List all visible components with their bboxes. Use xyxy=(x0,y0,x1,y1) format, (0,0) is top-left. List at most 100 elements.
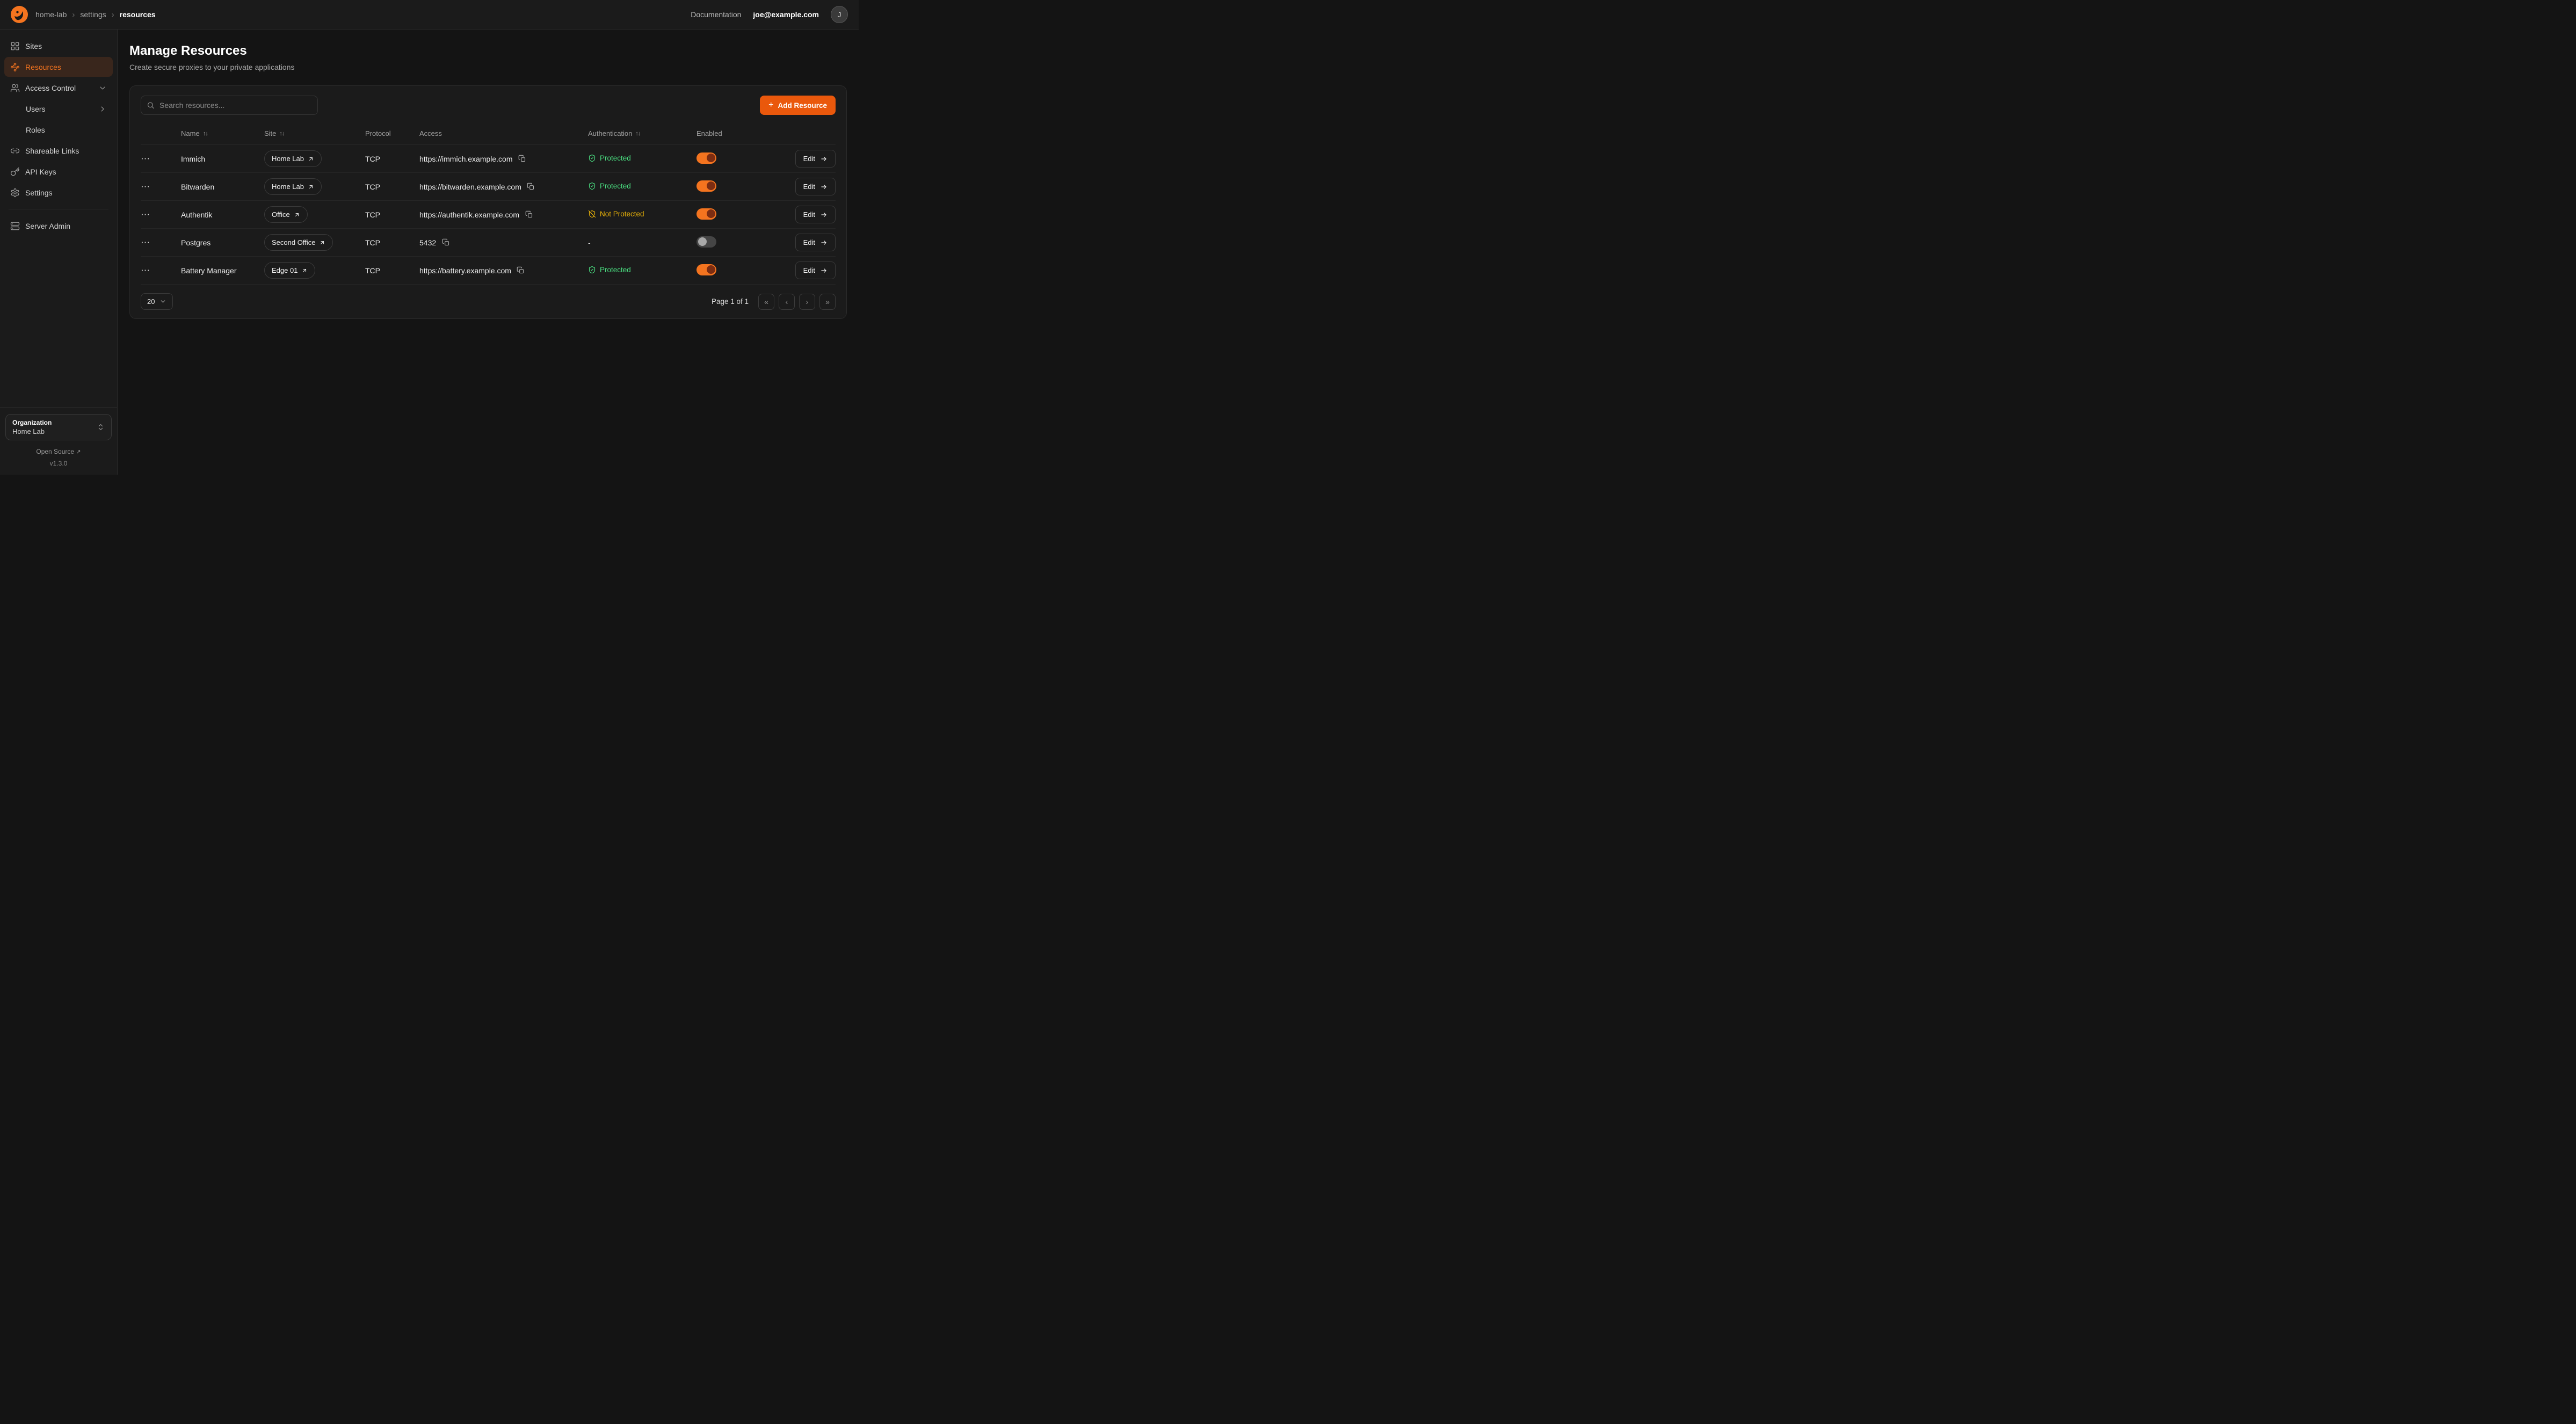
column-header-access: Access xyxy=(419,129,588,137)
row-menu-button[interactable]: ⋯ xyxy=(141,236,156,249)
page-size-select[interactable]: 20 xyxy=(141,293,173,310)
site-link-button[interactable]: Second Office xyxy=(264,234,333,251)
column-header-enabled: Enabled xyxy=(696,129,769,137)
toggle-knob xyxy=(707,154,715,162)
sidebar-item-access-control[interactable]: Access Control xyxy=(4,78,113,98)
sidebar-item-resources[interactable]: Resources xyxy=(4,57,113,77)
enabled-toggle[interactable] xyxy=(696,208,716,220)
documentation-link[interactable]: Documentation xyxy=(691,10,741,19)
avatar[interactable]: J xyxy=(831,6,848,23)
external-link-icon xyxy=(319,239,325,246)
edit-button[interactable]: Edit xyxy=(795,178,836,195)
auth-badge: Protected xyxy=(588,266,631,274)
site-link-button[interactable]: Home Lab xyxy=(264,150,322,167)
resources-toolbar: + Add Resource xyxy=(141,96,836,115)
site-link-button[interactable]: Home Lab xyxy=(264,178,322,195)
column-header-authentication[interactable]: Authentication ↑↓ xyxy=(588,129,696,137)
sidebar-item-sites[interactable]: Sites xyxy=(4,36,113,56)
last-page-button[interactable]: » xyxy=(819,294,836,310)
add-resource-button[interactable]: + Add Resource xyxy=(760,96,836,115)
sidebar-item-label: Settings xyxy=(25,188,53,197)
auth-badge: Not Protected xyxy=(588,210,644,218)
previous-page-button[interactable]: ‹ xyxy=(779,294,795,310)
chevron-right-icon: › xyxy=(806,297,809,306)
table-row: ⋯ Postgres Second Office TCP 5432 - Edit xyxy=(141,229,836,257)
search-input[interactable] xyxy=(141,96,318,115)
sidebar-item-roles[interactable]: Roles xyxy=(4,120,113,140)
breadcrumb-resources[interactable]: resources xyxy=(120,10,156,19)
sidebar-item-server-admin[interactable]: Server Admin xyxy=(4,216,113,236)
organization-selector[interactable]: Organization Home Lab xyxy=(5,414,112,440)
row-menu-button[interactable]: ⋯ xyxy=(141,180,156,193)
user-email[interactable]: joe@example.com xyxy=(753,10,819,19)
protocol: TCP xyxy=(365,210,419,219)
sidebar-item-label: Sites xyxy=(25,42,42,50)
ellipsis-icon: ⋯ xyxy=(141,265,150,275)
row-menu-button[interactable]: ⋯ xyxy=(141,208,156,221)
column-header-site[interactable]: Site ↑↓ xyxy=(264,129,365,137)
enabled-toggle[interactable] xyxy=(696,152,716,164)
table-row: ⋯ Battery Manager Edge 01 TCP https://ba… xyxy=(141,257,836,285)
sidebar-item-api-keys[interactable]: API Keys xyxy=(4,162,113,181)
ellipsis-icon: ⋯ xyxy=(141,209,150,220)
sidebar-item-settings[interactable]: Settings xyxy=(4,183,113,202)
edit-label: Edit xyxy=(803,266,815,274)
next-page-button[interactable]: › xyxy=(799,294,815,310)
copy-icon[interactable] xyxy=(518,155,527,163)
shield-check-icon xyxy=(588,154,596,162)
edit-button[interactable]: Edit xyxy=(795,150,836,168)
arrow-right-icon xyxy=(820,183,828,191)
site-link-button[interactable]: Edge 01 xyxy=(264,262,315,279)
first-page-button[interactable]: « xyxy=(758,294,774,310)
page-subtitle: Create secure proxies to your private ap… xyxy=(129,63,847,71)
header-label: Name xyxy=(181,129,200,137)
access-port: 5432 xyxy=(419,238,436,247)
copy-icon[interactable] xyxy=(441,238,450,247)
edit-button[interactable]: Edit xyxy=(795,206,836,223)
enabled-toggle[interactable] xyxy=(696,264,716,275)
ellipsis-icon: ⋯ xyxy=(141,237,150,248)
sidebar-item-label: Server Admin xyxy=(25,222,70,230)
access-url: https://immich.example.com xyxy=(419,155,513,163)
breadcrumb-settings[interactable]: settings xyxy=(80,10,106,19)
header-label: Site xyxy=(264,129,276,137)
sidebar-item-label: API Keys xyxy=(25,168,56,176)
access-url: https://authentik.example.com xyxy=(419,210,519,219)
edit-button[interactable]: Edit xyxy=(795,234,836,251)
sidebar-item-users[interactable]: Users xyxy=(4,99,113,119)
arrow-right-icon xyxy=(820,239,828,246)
external-link-icon xyxy=(308,184,314,190)
column-header-name[interactable]: Name ↑↓ xyxy=(181,129,264,137)
sidebar-item-label: Shareable Links xyxy=(25,147,79,155)
chevrons-up-down-icon xyxy=(97,423,105,431)
copy-icon[interactable] xyxy=(517,266,525,275)
chevrons-right-icon: » xyxy=(825,297,830,306)
enabled-toggle[interactable] xyxy=(696,180,716,192)
chevron-right-icon xyxy=(98,105,107,113)
toggle-knob xyxy=(698,237,707,246)
site-link-button[interactable]: Office xyxy=(264,206,308,223)
protocol: TCP xyxy=(365,183,419,191)
auth-label: Not Protected xyxy=(600,210,644,218)
copy-icon[interactable] xyxy=(525,210,533,219)
external-link-icon xyxy=(308,156,314,162)
resource-name: Immich xyxy=(181,155,264,163)
header-label: Access xyxy=(419,129,442,137)
column-header-protocol: Protocol xyxy=(365,129,419,137)
auth-label: - xyxy=(588,238,591,247)
breadcrumb-home-lab[interactable]: home-lab xyxy=(35,10,67,19)
enabled-toggle[interactable] xyxy=(696,236,716,248)
table-row: ⋯ Authentik Office TCP https://authentik… xyxy=(141,201,836,229)
edit-button[interactable]: Edit xyxy=(795,261,836,279)
row-menu-button[interactable]: ⋯ xyxy=(141,264,156,277)
toggle-knob xyxy=(707,181,715,190)
toggle-knob xyxy=(707,265,715,274)
open-source-link[interactable]: Open Source ↗ xyxy=(5,448,112,455)
copy-icon[interactable] xyxy=(527,183,535,191)
sidebar-item-shareable-links[interactable]: Shareable Links xyxy=(4,141,113,161)
sidebar-bottom: Organization Home Lab Open Source ↗ v1.3… xyxy=(0,407,117,475)
resources-waypoints-icon xyxy=(10,62,20,72)
edit-label: Edit xyxy=(803,183,815,191)
row-menu-button[interactable]: ⋯ xyxy=(141,152,156,165)
ellipsis-icon: ⋯ xyxy=(141,181,150,192)
